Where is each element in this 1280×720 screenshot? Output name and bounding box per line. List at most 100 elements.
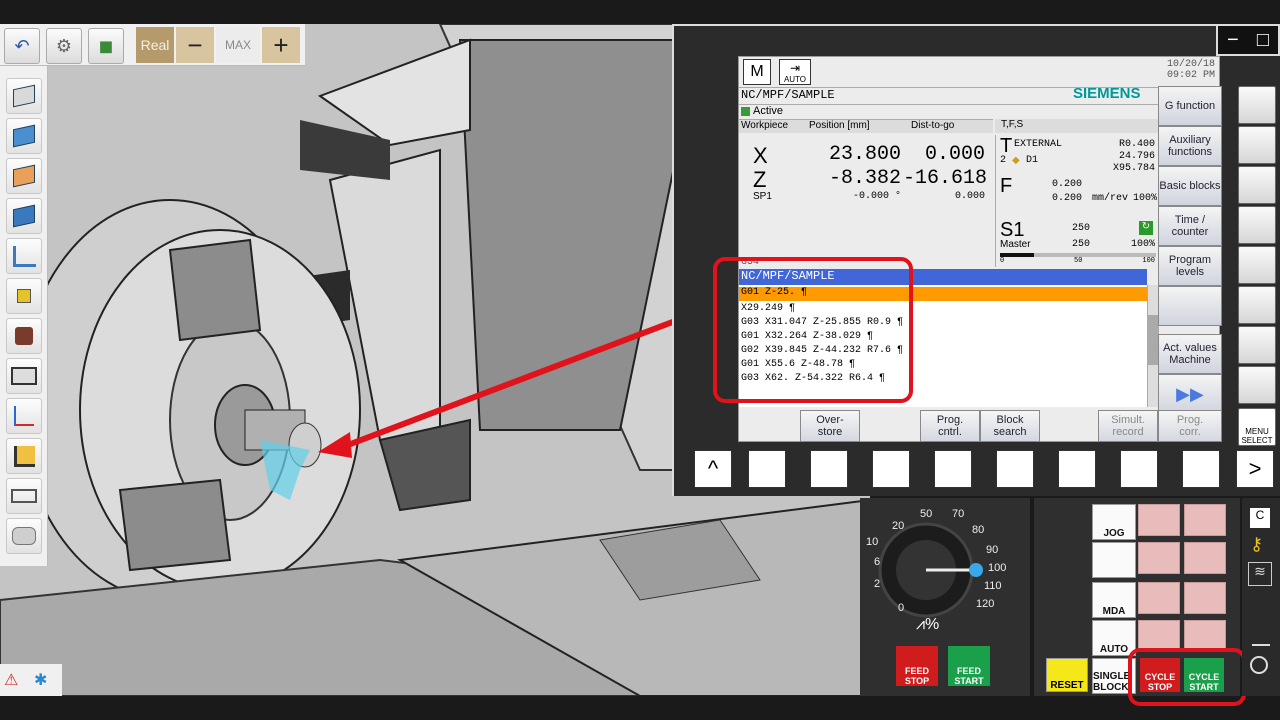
reset-button[interactable]: RESET — [1046, 658, 1088, 692]
view-top-icon[interactable] — [6, 198, 42, 234]
view-right-icon[interactable] — [6, 158, 42, 194]
undo-view-icon[interactable]: ↶ — [4, 28, 40, 64]
vertical-key-7[interactable] — [1238, 326, 1276, 364]
stock-view-icon[interactable]: ⚙ — [46, 28, 82, 64]
axis-z-position: -8.382 — [828, 167, 901, 190]
softkey-auxiliary[interactable]: Auxiliary functions — [1158, 126, 1222, 166]
tool-name: EXTERNAL — [1014, 139, 1063, 150]
auto-button[interactable]: AUTO — [1092, 620, 1136, 656]
view-iso-icon[interactable] — [6, 78, 42, 114]
blank-key-3[interactable] — [1138, 542, 1180, 574]
view-toolbar: ↶ ⚙ ◼ Real − MAX + — [0, 24, 305, 66]
horizontal-key-2[interactable] — [810, 450, 848, 488]
softkey-basic-blocks[interactable]: Basic blocks — [1158, 166, 1222, 206]
tick-90: 90 — [986, 544, 999, 556]
warning-icon[interactable]: ⚠ — [4, 670, 24, 690]
tool-v1: 24.796 — [1118, 151, 1155, 162]
annotation-box — [713, 257, 913, 403]
position-header: Workpiece Position [mm] Dist-to-go — [739, 119, 993, 133]
horizontal-key-5[interactable] — [996, 450, 1034, 488]
machine-mode-icon[interactable]: M — [743, 59, 771, 85]
siemens-logo: SIEMENS — [1073, 85, 1141, 102]
speed-max-label: MAX — [216, 27, 260, 63]
maximize-button[interactable]: □ — [1257, 29, 1269, 52]
wave-icon[interactable]: ≋ — [1248, 562, 1272, 586]
part-view-icon[interactable]: ◼ — [88, 28, 124, 64]
active-status-icon — [741, 107, 750, 116]
coolant-icon[interactable]: ✱ — [34, 670, 54, 690]
horizontal-key-7[interactable] — [1120, 450, 1158, 488]
softkey-empty[interactable] — [1158, 286, 1222, 326]
cylinder-icon[interactable] — [6, 518, 42, 554]
softkey-simult-record[interactable]: Simult. record — [1098, 410, 1158, 442]
softkey-time-counter[interactable]: Time / counter — [1158, 206, 1222, 246]
tick-70: 70 — [952, 508, 965, 520]
softkey-program-levels[interactable]: Program levels — [1158, 246, 1222, 286]
tool-d: D1 — [1026, 155, 1039, 166]
vertical-key-1[interactable] — [1238, 86, 1276, 124]
window-controls: − □ — [1216, 24, 1280, 56]
softkey-block-search[interactable]: Block search — [980, 410, 1040, 442]
annotation-ring — [1128, 648, 1246, 706]
percent-label: ⩘% — [916, 616, 940, 633]
sinumerik-screen: M ⇥ AUTO 10/20/18 09:02 PM NC/MPF/SAMPLE S… — [713, 56, 1220, 442]
nav-up-button[interactable]: ^ — [694, 450, 732, 488]
feed-v1: 0.200 — [1052, 179, 1083, 190]
blank-mode-button[interactable] — [1092, 542, 1136, 578]
speed-minus-button[interactable]: − — [176, 27, 214, 63]
jog-button[interactable]: JOG — [1092, 504, 1136, 540]
feed-unit: mm/rev — [1092, 193, 1129, 204]
softkey-g-function[interactable]: G function — [1158, 86, 1222, 126]
blank-key-5[interactable] — [1138, 582, 1180, 614]
horizontal-key-1[interactable] — [748, 450, 786, 488]
tick-100: 100 — [988, 562, 1007, 574]
real-speed-button[interactable]: Real — [136, 27, 174, 63]
vertical-key-8[interactable] — [1238, 366, 1276, 404]
section-icon[interactable] — [6, 318, 42, 354]
horizontal-key-8[interactable] — [1182, 450, 1220, 488]
axis-z-name: Z — [753, 167, 767, 192]
softkey-prog-corr[interactable]: Prog. corr. — [1158, 410, 1222, 442]
toolpath-icon[interactable] — [6, 438, 42, 474]
vertical-key-2[interactable] — [1238, 126, 1276, 164]
vertical-key-5[interactable] — [1238, 246, 1276, 284]
tool-v2: X95.784 — [1112, 163, 1155, 174]
feed-dial[interactable] — [860, 498, 1030, 696]
view-front-icon[interactable] — [6, 118, 42, 154]
blank-key-2[interactable] — [1184, 504, 1226, 536]
spindle-pct: 100% — [1130, 239, 1155, 250]
vertical-key-3[interactable] — [1238, 166, 1276, 204]
clear-icon[interactable]: C — [1250, 508, 1270, 528]
horizontal-key-6[interactable] — [1058, 450, 1096, 488]
softkey-prog-cntrl[interactable]: Prog. cntrl. — [920, 410, 980, 442]
vertical-key-4[interactable] — [1238, 206, 1276, 244]
speed-plus-button[interactable]: + — [262, 27, 300, 63]
horizontal-key-4[interactable] — [934, 450, 972, 488]
feed-start-button[interactable]: FEED START — [948, 646, 990, 686]
machine-icon[interactable] — [6, 358, 42, 394]
vertical-key-6[interactable] — [1238, 286, 1276, 324]
caliper-icon[interactable] — [6, 478, 42, 514]
minimize-button[interactable]: − — [1227, 29, 1239, 52]
measure-icon[interactable] — [6, 238, 42, 274]
menu-select-button[interactable]: MENU SELECT — [1238, 408, 1276, 446]
tick-120: 120 — [976, 598, 995, 610]
tick-6: 6 — [874, 556, 881, 568]
key-icon[interactable]: ⚷ — [1250, 534, 1272, 556]
mda-button[interactable]: MDA — [1092, 582, 1136, 618]
sp1-name: SP1 — [753, 191, 772, 202]
blank-key-4[interactable] — [1184, 542, 1226, 574]
tool-icon[interactable] — [6, 278, 42, 314]
feed-stop-button[interactable]: FEED STOP — [896, 646, 938, 686]
nav-next-button[interactable]: > — [1236, 450, 1274, 488]
axes-icon[interactable] — [6, 398, 42, 434]
blank-key-6[interactable] — [1184, 582, 1226, 614]
horizontal-key-3[interactable] — [872, 450, 910, 488]
indicator-icon — [1250, 656, 1268, 674]
softkey-next-icon[interactable]: ▶▶ — [1158, 374, 1222, 414]
axis-z-dist: -16.618 — [903, 167, 988, 190]
blank-key-1[interactable] — [1138, 504, 1180, 536]
feed-pct: 100% — [1132, 193, 1157, 204]
softkey-overstore[interactable]: Over-store — [800, 410, 860, 442]
softkey-act-values[interactable]: Act. values Machine — [1158, 334, 1222, 374]
